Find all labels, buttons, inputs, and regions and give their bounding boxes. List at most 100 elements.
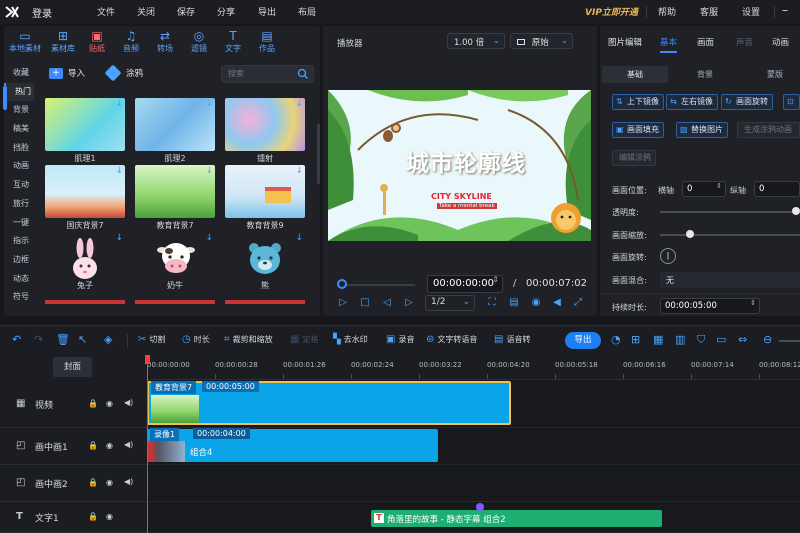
eye-icon[interactable]: ◉ bbox=[106, 512, 113, 521]
tab-stickers[interactable]: ▣ 贴纸 bbox=[80, 26, 114, 58]
keyframe-marker[interactable] bbox=[476, 503, 484, 511]
library-item[interactable]: ↓ bbox=[135, 165, 215, 218]
category-item[interactable]: 互动 bbox=[4, 176, 34, 195]
crop-zoom-button[interactable]: ⌗ 裁剪和缩放 bbox=[224, 334, 273, 345]
video-preview[interactable]: 城市轮廓线 CITY SKYLINE Take a mental break bbox=[328, 90, 591, 241]
menu-support[interactable]: 客服 bbox=[700, 5, 718, 18]
download-icon[interactable]: ↓ bbox=[205, 166, 213, 176]
volume-icon[interactable]: ◀) bbox=[124, 477, 133, 486]
speed-select[interactable]: 1.00 倍 ⌄ bbox=[447, 33, 505, 49]
timeline-ruler[interactable]: 00:00:00:00 00:00:00:28 00:00:01:26 00:0… bbox=[147, 355, 800, 380]
preview-quality-select[interactable]: 1/2 ⌄ bbox=[425, 295, 475, 311]
cover-button[interactable]: 封面 bbox=[53, 357, 92, 377]
volume-icon[interactable]: ◀ bbox=[551, 297, 563, 309]
select-icon[interactable]: ↖ bbox=[78, 333, 87, 346]
category-item[interactable]: 旅行 bbox=[4, 195, 34, 214]
doodle-animation-button[interactable]: 生成涂鸦动画 bbox=[737, 122, 800, 138]
playhead-line[interactable] bbox=[147, 355, 148, 533]
track-pip-2[interactable]: ◰ 画中画2 🔒 ◉ ◀) bbox=[0, 465, 147, 502]
smart-icon[interactable]: ◔ bbox=[611, 333, 621, 346]
lock-icon[interactable]: 🔒 bbox=[88, 399, 98, 408]
playback-progress[interactable] bbox=[339, 284, 415, 286]
lock-icon[interactable]: 🔒 bbox=[88, 512, 98, 521]
edit-doodle-button[interactable]: 编辑涂鸦 bbox=[612, 150, 656, 166]
remove-watermark-button[interactable]: ▚ 去水印 bbox=[333, 334, 368, 345]
step-forward-icon[interactable]: ▷ bbox=[403, 297, 415, 309]
cut-button[interactable]: ✂ 切割 bbox=[138, 334, 165, 345]
lock-icon[interactable]: 🔒 bbox=[88, 441, 98, 450]
layers-icon[interactable]: ▥ bbox=[675, 333, 685, 346]
library-item[interactable]: ↓ bbox=[135, 98, 215, 151]
step-back-icon[interactable]: ◁ bbox=[381, 297, 393, 309]
eye-icon[interactable]: ◉ bbox=[106, 399, 113, 408]
import-button[interactable]: + 导入 bbox=[49, 67, 85, 79]
rotation-dial[interactable]: ǀ bbox=[660, 248, 676, 264]
library-item[interactable]: ↓ bbox=[225, 232, 305, 285]
download-icon[interactable]: ↓ bbox=[295, 233, 303, 243]
subtab-basic[interactable]: 基础 bbox=[602, 66, 668, 83]
library-item[interactable]: ↓ bbox=[45, 165, 125, 218]
download-icon[interactable]: ↓ bbox=[295, 166, 303, 176]
redo-icon[interactable]: ↷ bbox=[34, 333, 43, 346]
tab-local-media[interactable]: ▭ 本地素材 bbox=[4, 26, 46, 58]
zoom-slider[interactable] bbox=[779, 340, 800, 342]
library-scrollbar[interactable] bbox=[317, 124, 320, 184]
library-item[interactable]: ↓ bbox=[135, 232, 215, 285]
tab-transitions[interactable]: ⇄ 转场 bbox=[148, 26, 182, 58]
tab-picture[interactable]: 画面 bbox=[697, 36, 714, 48]
subtitle-icon[interactable]: ▤ bbox=[508, 297, 520, 309]
menu-save[interactable]: 保存 bbox=[177, 5, 195, 18]
category-item[interactable]: 动画 bbox=[4, 157, 34, 176]
flip-vertical-button[interactable]: ⇅ 上下镜像 bbox=[612, 94, 664, 110]
download-icon[interactable]: ↓ bbox=[205, 233, 213, 243]
opacity-handle[interactable] bbox=[792, 207, 800, 215]
replace-image-button[interactable]: ▨ 替换图片 bbox=[676, 122, 728, 138]
library-item[interactable]: ↓ bbox=[225, 98, 305, 151]
category-item[interactable]: 热门 bbox=[4, 82, 34, 102]
lock-icon[interactable]: 🔒 bbox=[88, 478, 98, 487]
spinner-icon[interactable]: ⇕ bbox=[492, 275, 499, 284]
track-text-1[interactable]: T 文字1 🔒 ◉ bbox=[0, 502, 147, 533]
spinner-icon[interactable]: ⇕ bbox=[716, 182, 722, 190]
spinner-icon[interactable]: ⇕ bbox=[750, 299, 756, 307]
undo-icon[interactable]: ↶ bbox=[12, 333, 21, 346]
tab-animation[interactable]: 动画 bbox=[772, 36, 789, 48]
download-icon[interactable]: ↓ bbox=[205, 99, 213, 109]
subtab-background[interactable]: 背景 bbox=[672, 66, 738, 83]
tab-basic[interactable]: 基本 bbox=[660, 36, 678, 53]
speech-to-text-button[interactable]: ▤ 语音转 bbox=[494, 334, 530, 345]
menu-export[interactable]: 导出 bbox=[258, 5, 276, 18]
delete-icon[interactable]: 🗑 bbox=[56, 333, 70, 346]
library-item[interactable]: ↓ bbox=[225, 165, 305, 218]
volume-icon[interactable]: ◀) bbox=[124, 440, 133, 449]
category-item[interactable]: 收藏 bbox=[4, 64, 34, 83]
category-item[interactable]: 指示 bbox=[4, 232, 34, 251]
library-item[interactable]: ↓ bbox=[45, 232, 125, 285]
category-item[interactable]: 挡脸 bbox=[4, 139, 34, 158]
paint-button[interactable]: 涂鸦 bbox=[104, 64, 143, 82]
blend-select[interactable]: 无 bbox=[660, 272, 800, 288]
menu-settings[interactable]: 设置 bbox=[742, 5, 760, 18]
tab-filters[interactable]: ◎ 滤镜 bbox=[182, 26, 216, 58]
category-item[interactable]: 符号 bbox=[4, 288, 34, 307]
category-item[interactable]: 动态 bbox=[4, 270, 34, 289]
subtab-mask[interactable]: 蒙版 bbox=[742, 66, 800, 83]
download-icon[interactable]: ↓ bbox=[115, 233, 123, 243]
volume-icon[interactable]: ◀) bbox=[124, 398, 133, 407]
grid-icon[interactable]: ▦ bbox=[653, 333, 663, 346]
menu-file[interactable]: 文件 bbox=[97, 5, 115, 18]
export-button[interactable]: 导出 bbox=[565, 332, 601, 349]
zoom-out-icon[interactable]: ⊖ bbox=[763, 333, 772, 346]
snapshot-icon[interactable]: ◉ bbox=[530, 297, 542, 309]
shield-icon[interactable]: ⛉ bbox=[697, 333, 705, 347]
category-item[interactable]: 背景 bbox=[4, 101, 34, 120]
more-button[interactable]: ⊡ bbox=[783, 94, 800, 110]
ratio-select[interactable]: 原始 ⌄ bbox=[510, 33, 573, 49]
text-to-speech-button[interactable]: ⊜ 文字转语音 bbox=[426, 334, 477, 345]
menu-close[interactable]: 关闭 bbox=[137, 5, 155, 18]
eye-icon[interactable]: ◉ bbox=[106, 441, 113, 450]
library-item[interactable]: ↓ bbox=[45, 98, 125, 151]
record-button[interactable]: ▣ 录音 bbox=[386, 334, 414, 345]
duration-button[interactable]: ◷ 时长 bbox=[182, 334, 210, 345]
marker-icon[interactable]: ◈ bbox=[104, 333, 112, 346]
